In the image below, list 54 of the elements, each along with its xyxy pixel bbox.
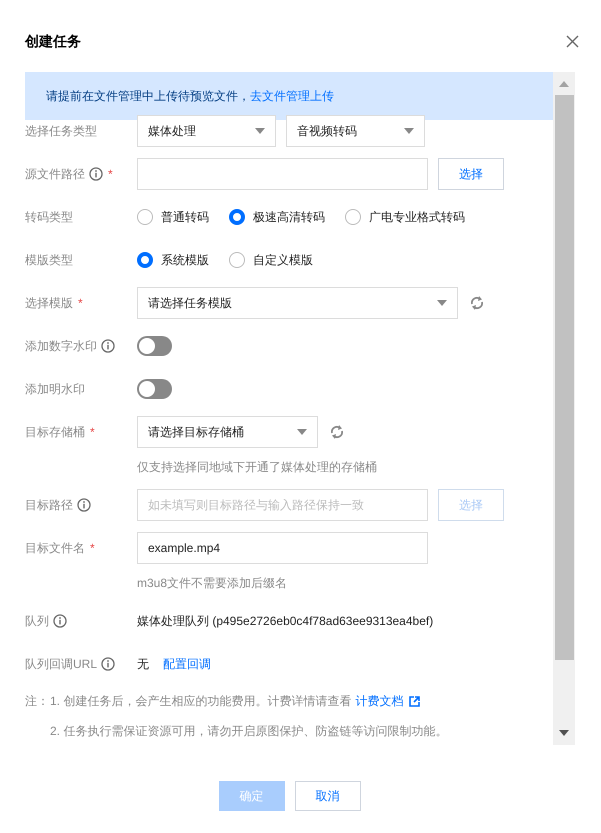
dialog-title: 创建任务: [25, 32, 81, 50]
configure-link[interactable]: 配置回调: [163, 655, 211, 673]
field-hint: 仅支持选择同地域下开通了媒体处理的存储桶: [137, 459, 377, 476]
field-label: 目标路径: [25, 497, 73, 514]
toggle-switch[interactable]: [137, 336, 172, 356]
upload-link[interactable]: 去文件管理上传: [250, 87, 334, 105]
scrollbar[interactable]: [553, 72, 575, 745]
note-text: 1. 创建任务后，会产生相应的功能费用。计费详情请查看: [50, 693, 352, 710]
field-label: 目标文件名: [25, 540, 85, 557]
dropdown[interactable]: 音视频转码: [286, 115, 425, 147]
field-label: 添加明水印: [25, 381, 85, 398]
caret-icon: [255, 128, 265, 134]
field-hint: m3u8文件不需要添加后缀名: [137, 575, 288, 592]
caret-icon: [404, 128, 414, 134]
radio-option[interactable]: 系统模版: [137, 251, 209, 269]
scroll-down-icon[interactable]: [559, 730, 569, 736]
field-label: 转码类型: [25, 209, 73, 226]
field-label: 模版类型: [25, 252, 73, 269]
radio-option[interactable]: 广电专业格式转码: [345, 208, 465, 226]
radio-option[interactable]: 普通转码: [137, 208, 209, 226]
scroll-up-icon[interactable]: [559, 81, 569, 87]
billing-doc-link[interactable]: 计费文档: [355, 692, 404, 710]
close-icon[interactable]: [566, 34, 579, 48]
required-mark: *: [108, 166, 113, 183]
notes-label: 注：: [25, 693, 50, 710]
radio-option[interactable]: 自定义模版: [229, 251, 313, 269]
caret-icon: [297, 429, 307, 435]
required-mark: *: [78, 295, 83, 312]
caret-icon: [437, 300, 447, 306]
note-text: 2. 任务执行需保证资源可用，请勿开启原图保护、防盗链等访问限制功能。: [50, 723, 448, 740]
notice-banner: 请提前在文件管理中上传待预览文件，去文件管理上传: [25, 72, 553, 120]
cancel-button[interactable]: 取消: [294, 781, 360, 811]
toggle-switch[interactable]: [137, 379, 172, 399]
dropdown[interactable]: 请选择任务模版: [137, 287, 458, 319]
field-label: 选择模版: [25, 295, 73, 312]
field-label: 选择任务类型: [25, 123, 97, 140]
field-label: 源文件路径: [25, 166, 85, 183]
radio-option[interactable]: 极速高清转码: [229, 208, 325, 226]
required-mark: *: [90, 424, 95, 441]
field-value: 媒体处理队列 (p495e2726eb0c4f78ad63ee9313ea4bef): [137, 613, 434, 630]
field-label: 添加数字水印: [25, 338, 97, 355]
input-field[interactable]: example.mp4: [137, 532, 428, 564]
refresh-icon[interactable]: [470, 295, 484, 311]
dropdown[interactable]: 媒体处理: [137, 115, 276, 147]
external-link-icon[interactable]: [409, 696, 420, 706]
field-label: 队列: [25, 613, 49, 630]
field-label: 队列回调URL: [25, 656, 98, 673]
dropdown[interactable]: 请选择目标存储桶: [137, 416, 318, 448]
field-label: 目标存储桶: [25, 424, 85, 441]
select-button[interactable]: 选择: [438, 158, 504, 190]
field-value: 无: [137, 656, 149, 673]
refresh-icon[interactable]: [330, 424, 344, 440]
required-mark: *: [90, 540, 95, 557]
input-field[interactable]: [137, 158, 428, 190]
